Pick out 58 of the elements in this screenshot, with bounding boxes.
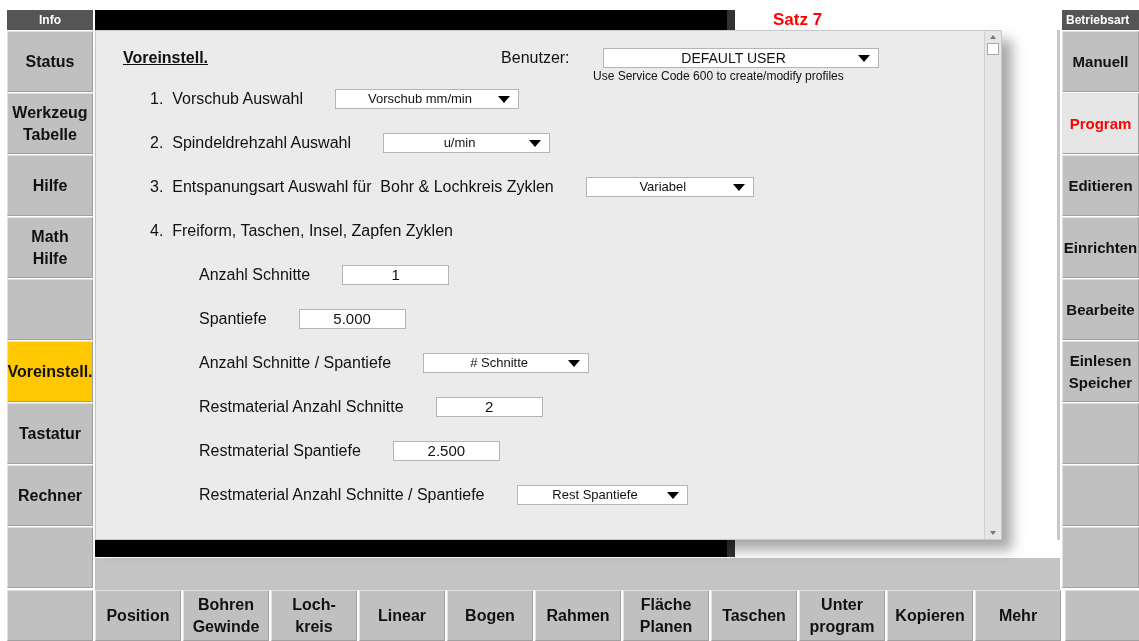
- scroll-up-icon[interactable]: [990, 35, 996, 39]
- side-button[interactable]: Editieren: [1062, 155, 1139, 216]
- caret-icon: [498, 95, 510, 103]
- dropdown[interactable]: Variabel: [585, 177, 754, 197]
- scroll-thumb[interactable]: [987, 43, 999, 55]
- setting-label: Anzahl Schnitte / Spantiefe: [199, 353, 392, 373]
- caret-icon: [732, 183, 745, 191]
- block-number: Satz 7: [773, 10, 824, 30]
- side-button[interactable]: Einrichten: [1062, 217, 1139, 278]
- setting-label: 1. Vorschub Auswahl: [150, 89, 303, 109]
- side-button[interactable]: Status: [7, 31, 93, 92]
- softkey-button[interactable]: Loch- kreis: [271, 590, 357, 641]
- caret-icon: [666, 491, 679, 499]
- caret-icon: [529, 139, 542, 147]
- setting-label: 3. Entspanungsart Auswahl für Bohr & Lochkreis Zyklen: [150, 177, 554, 197]
- setting-label: Restmaterial Spantiefe: [199, 441, 361, 461]
- setting-label: 2. Spindeldrehzahl Auswahl: [150, 133, 352, 153]
- dropdown[interactable]: Vorschub mm/min: [335, 89, 519, 109]
- softkey-button[interactable]: Rahmen: [535, 590, 621, 641]
- dialog-title: Voreinstell.: [123, 48, 209, 68]
- scrollbar[interactable]: [984, 31, 1001, 539]
- caret-icon: [857, 54, 870, 62]
- side-button[interactable]: Werkzeug Tabelle: [7, 93, 93, 154]
- panel-header: Info: [7, 10, 93, 30]
- setting-label: Spantiefe: [199, 309, 267, 329]
- softkey-button[interactable]: Bogen: [447, 590, 533, 641]
- input-field[interactable]: 1: [342, 265, 450, 285]
- setting-label: Restmaterial Anzahl Schnitte: [199, 397, 404, 417]
- user-label: Benutzer:: [501, 48, 570, 68]
- side-button[interactable]: Manuell: [1062, 31, 1139, 92]
- softkey-button[interactable]: Linear: [359, 590, 445, 641]
- input-field[interactable]: 5.000: [298, 309, 406, 329]
- side-button[interactable]: Rechner: [7, 465, 93, 526]
- setting-label: Restmaterial Anzahl Schnitte / Spantiefe: [199, 485, 485, 505]
- caret-icon: [568, 359, 581, 367]
- panel-header: Betriebsart: [1062, 10, 1139, 30]
- side-button[interactable]: Einlesen Speicher: [1062, 341, 1139, 402]
- setting-label: Anzahl Schnitte: [199, 265, 311, 285]
- softkey-button[interactable]: Mehr: [975, 590, 1061, 641]
- softkey-button[interactable]: Kopieren: [887, 590, 973, 641]
- dropdown[interactable]: # Schnitte: [423, 353, 590, 373]
- softkey-button[interactable]: Unter program: [799, 590, 885, 641]
- softkey-button[interactable]: Fläche Planen: [623, 590, 709, 641]
- scroll-down-icon[interactable]: [990, 531, 996, 535]
- input-field[interactable]: 2.500: [392, 441, 500, 461]
- setting-label: 4. Freiform, Taschen, Insel, Zapfen Zyklen: [150, 221, 453, 241]
- side-button[interactable]: Bearbeite: [1062, 279, 1139, 340]
- dropdown[interactable]: DEFAULT USER: [602, 48, 879, 68]
- softkey-button[interactable]: Taschen: [711, 590, 797, 641]
- side-button[interactable]: Math Hilfe: [7, 217, 93, 278]
- input-field[interactable]: 2: [435, 397, 543, 417]
- side-button[interactable]: Tastatur: [7, 403, 93, 464]
- dropdown[interactable]: Rest Spantiefe: [516, 485, 688, 505]
- softkey-button[interactable]: Bohren Gewinde: [183, 590, 269, 641]
- hint-text: Use Service Code 600 to create/modify profiles: [593, 68, 844, 85]
- dropdown[interactable]: u/min: [383, 133, 551, 153]
- side-button[interactable]: Hilfe: [7, 155, 93, 216]
- softkey-button[interactable]: Position: [95, 590, 181, 641]
